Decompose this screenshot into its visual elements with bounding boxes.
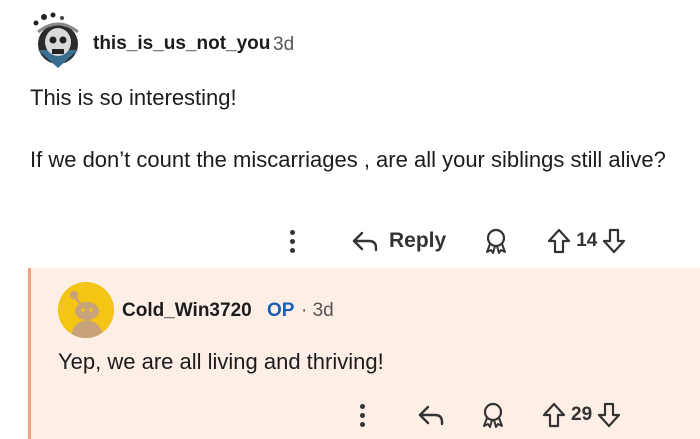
award-icon [483, 402, 503, 428]
upvote-button[interactable] [546, 227, 572, 255]
upvote-button[interactable] [541, 401, 567, 429]
vote-count: 14 [576, 230, 598, 251]
upvote-icon [542, 402, 566, 428]
avatar[interactable] [58, 282, 114, 338]
comment-text-1: This is so interesting! [30, 85, 237, 110]
snoo-icon [58, 282, 114, 338]
downvote-icon [603, 228, 626, 254]
award-button[interactable] [482, 227, 510, 255]
downvote-button[interactable] [596, 401, 622, 429]
username[interactable]: this_is_us_not_you [93, 33, 270, 55]
reply-icon [418, 405, 444, 426]
comment-text: Yep, we are all living and thriving! [58, 349, 384, 374]
downvote-icon [598, 402, 621, 428]
avatar[interactable] [28, 12, 86, 70]
more-options-icon[interactable] [355, 403, 369, 427]
op-badge: OP [267, 300, 295, 321]
reply-button[interactable] [417, 403, 445, 427]
comment-actions: 29 [355, 398, 622, 432]
reply-icon [352, 231, 378, 252]
timestamp: · 3d [301, 300, 334, 321]
award-icon [486, 228, 507, 254]
vote-count: 29 [571, 404, 593, 425]
comment-actions: Reply 14 [285, 224, 627, 258]
more-options-icon[interactable] [285, 229, 299, 253]
upvote-icon [548, 228, 571, 254]
comment-text-2: If we don’t count the miscarriages , are… [30, 147, 666, 172]
skull-helmet-icon [33, 12, 79, 68]
timestamp: 3d [273, 34, 295, 55]
username[interactable]: Cold_Win3720 [122, 300, 252, 322]
reply-label: Reply [389, 229, 447, 252]
reply-button[interactable]: Reply [351, 229, 446, 253]
downvote-button[interactable] [601, 227, 627, 255]
award-button[interactable] [479, 401, 507, 429]
